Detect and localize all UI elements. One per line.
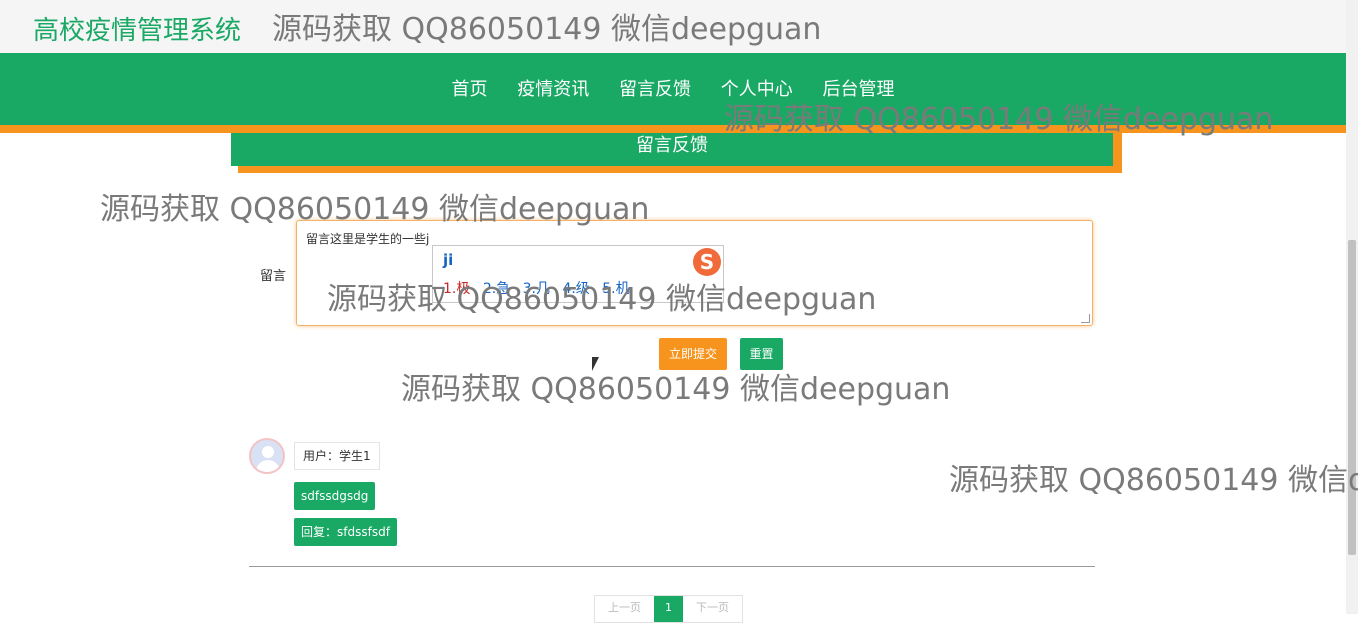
nav-item-admin[interactable]: 后台管理	[822, 75, 894, 101]
top-header: 高校疫情管理系统	[0, 0, 1346, 53]
section-title: 留言反馈	[231, 133, 1113, 166]
nav-item-epidemic-news[interactable]: 疫情资讯	[517, 75, 589, 101]
comment-user: 用户：学生1	[294, 442, 380, 470]
watermark: 源码获取 QQ86050149 微信d	[949, 463, 1358, 498]
resize-grip-icon[interactable]	[1081, 314, 1090, 323]
avatar-head	[262, 446, 274, 458]
ime-candidate[interactable]: 1.极	[443, 281, 470, 297]
comment-reply: 回复：sfdssfsdf	[294, 518, 397, 546]
ime-composition: ji	[443, 251, 454, 269]
watermark: 源码获取 QQ86050149 微信deepguan	[401, 372, 951, 407]
scrollbar-thumb[interactable]	[1348, 240, 1356, 555]
sogou-logo-icon: S	[693, 248, 721, 276]
nav-accent-bar	[0, 125, 1346, 133]
reset-button[interactable]: 重置	[740, 338, 783, 370]
ime-candidate[interactable]: 2.急	[483, 281, 510, 297]
avatar	[249, 438, 285, 474]
divider	[249, 566, 1095, 567]
brand-title: 高校疫情管理系统	[33, 16, 242, 46]
pagination: 上一页 1 下一页	[594, 595, 743, 623]
ime-candidate[interactable]: 4.级	[562, 281, 589, 297]
nav-item-feedback[interactable]: 留言反馈	[619, 75, 691, 101]
ime-candidate[interactable]: 5.机	[602, 281, 629, 297]
message-text: 留言这里是学生的一些j	[306, 232, 430, 246]
comment-content: sdfssdgsdg	[294, 482, 376, 510]
nav-bar: 首页 疫情资讯 留言反馈 个人中心 后台管理	[0, 53, 1346, 125]
nav-menu: 首页 疫情资讯 留言反馈 个人中心 后台管理	[0, 75, 1346, 101]
ime-candidates: 1.极 2.急 3.几 4.级 5.机	[443, 278, 638, 298]
ime-candidate[interactable]: 3.几	[523, 281, 550, 297]
next-page-button[interactable]: 下一页	[683, 596, 742, 622]
message-label: 留言	[260, 269, 287, 284]
current-page[interactable]: 1	[654, 596, 683, 622]
nav-item-home[interactable]: 首页	[452, 75, 488, 101]
avatar-body	[256, 460, 280, 472]
mouse-cursor-icon	[592, 357, 599, 371]
vertical-scrollbar[interactable]	[1346, 0, 1358, 614]
prev-page-button[interactable]: 上一页	[595, 596, 654, 622]
submit-button[interactable]: 立即提交	[659, 338, 727, 370]
ime-candidate-popup: ji 1.极 2.急 3.几 4.级 5.机 S	[432, 245, 724, 303]
nav-item-personal-center[interactable]: 个人中心	[721, 75, 793, 101]
